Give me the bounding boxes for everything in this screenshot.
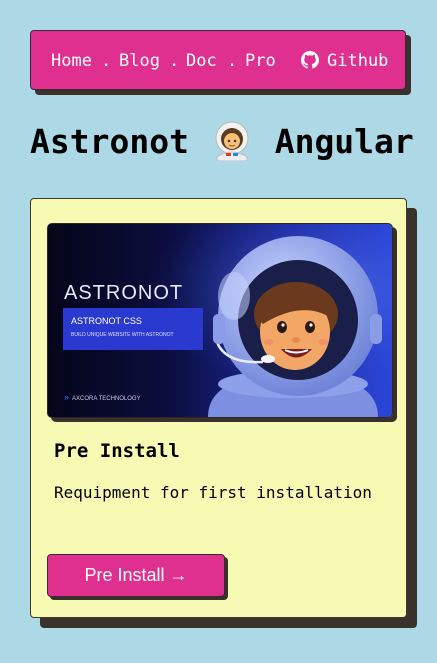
nav-home-link[interactable]: Home <box>51 51 92 71</box>
double-chevron-icon: » <box>64 392 70 402</box>
top-nav: Home . Blog . Doc . Pro Github <box>30 30 406 90</box>
nav-separator: . <box>227 51 238 71</box>
page-title: Astronot Angular <box>30 118 414 166</box>
nav-doc-link[interactable]: Doc <box>186 51 217 71</box>
page-title-left: Astronot <box>30 122 189 161</box>
card-title: Pre Install <box>54 440 180 462</box>
nav-blog-link[interactable]: Blog <box>119 51 160 71</box>
banner-label-box: ASTRONOT CSS BUILD UNIQUE WEBSITE WITH A… <box>63 308 203 350</box>
pre-install-button[interactable]: Pre Install → <box>47 554 225 597</box>
card-banner-image: ASTRONOT ASTRONOT CSS BUILD UNIQUE WEBSI… <box>47 223 393 418</box>
github-icon[interactable] <box>301 51 319 69</box>
banner-footer-text: AXCORA TECHNOLOGY <box>72 396 141 402</box>
nav-pro-link[interactable]: Pro <box>245 51 276 71</box>
astronaut-emoji-icon <box>215 121 249 161</box>
banner-headline: ASTRONOT <box>64 282 184 304</box>
banner-box-title: ASTRONOT CSS <box>71 316 142 326</box>
nav-github-link[interactable]: Github <box>327 51 388 71</box>
page-title-right: Angular <box>274 122 414 161</box>
banner-box-subtitle: BUILD UNIQUE WEBSITE WITH ASTRONOT <box>71 332 174 338</box>
nav-separator: . <box>169 51 180 71</box>
pre-install-card: ASTRONOT ASTRONOT CSS BUILD UNIQUE WEBSI… <box>30 198 407 618</box>
card-description: Requipment for first installation <box>54 483 372 502</box>
banner-footer: » AXCORA TECHNOLOGY <box>64 392 141 402</box>
nav-separator: . <box>101 51 112 71</box>
